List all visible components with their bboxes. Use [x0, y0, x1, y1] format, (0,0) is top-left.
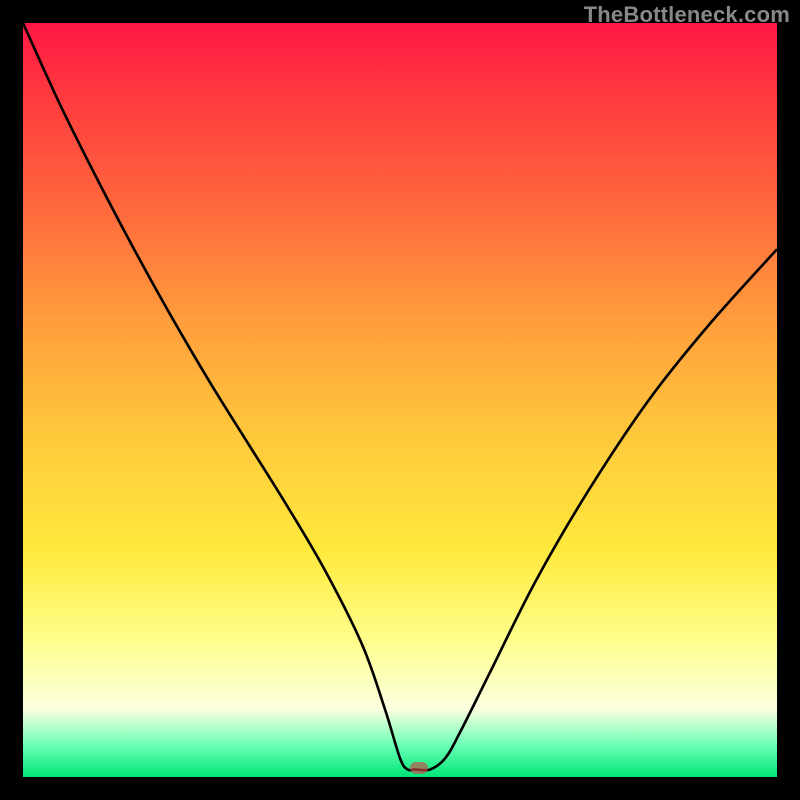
plot-area	[23, 23, 777, 777]
chart-frame: TheBottleneck.com	[0, 0, 800, 800]
curve-path	[23, 23, 777, 770]
bottleneck-curve	[23, 23, 777, 777]
min-marker	[410, 762, 428, 774]
